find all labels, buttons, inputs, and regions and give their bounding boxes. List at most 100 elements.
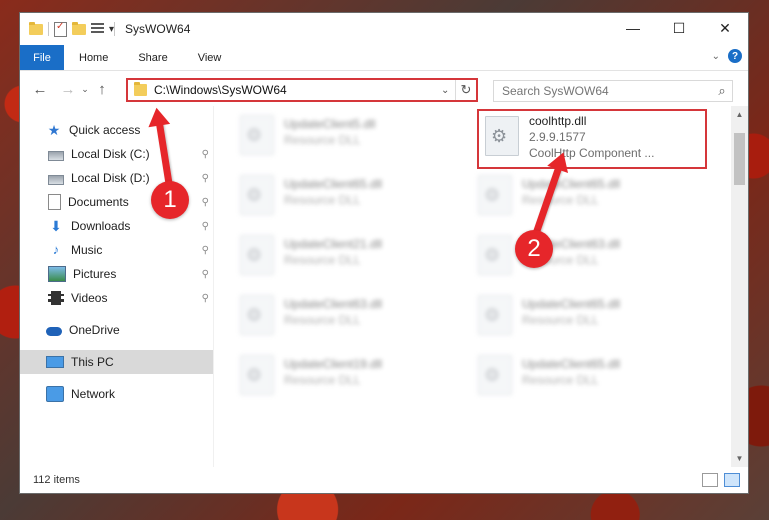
recent-locations-button[interactable]: ⌄ bbox=[78, 84, 92, 95]
file-name: UpdateClient65.dll bbox=[522, 177, 621, 191]
sidebar-item-videos[interactable]: Videos ⚲ bbox=[20, 286, 213, 310]
view-icon[interactable] bbox=[91, 23, 104, 35]
file-type: Resource DLL bbox=[522, 373, 599, 387]
file-name: UpdateClient65.dll bbox=[522, 357, 621, 371]
onedrive-icon bbox=[46, 327, 62, 336]
navigation-pane: ★ Quick access Local Disk (C:) ⚲ Local D… bbox=[20, 106, 214, 467]
explorer-window: ▾ SysWOW64 — ☐ ✕ File Home Share View ⌄ … bbox=[20, 13, 748, 493]
ribbon-right: ⌄ ? bbox=[712, 49, 742, 63]
sidebar-item-label: Local Disk (C:) bbox=[71, 147, 150, 161]
forward-button[interactable]: → bbox=[58, 81, 78, 98]
address-bar[interactable]: C:\Windows\SysWOW64 ⌄ ↻ bbox=[126, 78, 478, 102]
sidebar-item-label: OneDrive bbox=[69, 323, 120, 337]
folder-icon[interactable] bbox=[29, 21, 43, 35]
address-dropdown-icon[interactable]: ⌄ bbox=[441, 85, 455, 96]
file-type: Resource DLL bbox=[284, 313, 361, 327]
sidebar-item-pictures[interactable]: Pictures ⚲ bbox=[20, 262, 213, 286]
window-controls: — ☐ ✕ bbox=[610, 13, 748, 43]
dll-file-icon bbox=[478, 175, 512, 215]
up-button[interactable]: ↑ bbox=[92, 81, 112, 98]
file-type: Resource DLL bbox=[284, 193, 361, 207]
sidebar-item-downloads[interactable]: ⬇ Downloads ⚲ bbox=[20, 214, 213, 238]
pin-icon[interactable]: ⚲ bbox=[202, 149, 209, 160]
file-type: Resource DLL bbox=[522, 313, 599, 327]
list-item[interactable]: UpdateClient65.dll Resource DLL bbox=[472, 290, 698, 346]
properties-icon[interactable] bbox=[54, 21, 67, 37]
dll-file-icon bbox=[240, 355, 274, 395]
minimize-button[interactable]: — bbox=[610, 13, 656, 43]
main-area: ★ Quick access Local Disk (C:) ⚲ Local D… bbox=[20, 106, 748, 467]
scroll-up-icon[interactable]: ▲ bbox=[731, 106, 748, 123]
list-item[interactable]: UpdateClient63.dllResource DLL bbox=[472, 230, 698, 286]
file-name: UpdateClient65.dll bbox=[522, 297, 621, 311]
quick-access-toolbar: ▾ bbox=[29, 21, 114, 37]
highlighted-file-coolhttp[interactable]: coolhttp.dll 2.9.9.1577 CoolHttp Component… bbox=[477, 109, 707, 169]
drive-icon bbox=[48, 150, 64, 161]
address-folder-icon bbox=[134, 82, 147, 96]
title-bar: ▾ SysWOW64 — ☐ ✕ bbox=[20, 13, 748, 45]
maximize-button[interactable]: ☐ bbox=[656, 13, 702, 43]
file-type: Resource DLL bbox=[284, 253, 361, 267]
tab-share[interactable]: Share bbox=[123, 45, 182, 70]
refresh-button[interactable]: ↻ bbox=[455, 80, 476, 100]
pin-icon[interactable]: ⚲ bbox=[202, 173, 209, 184]
details-view-icon[interactable] bbox=[702, 473, 718, 487]
dll-file-icon bbox=[240, 115, 274, 155]
sidebar-item-music[interactable]: ♪ Music ⚲ bbox=[20, 238, 213, 262]
file-name: UpdateClient63.dll bbox=[284, 297, 383, 311]
sidebar-item-onedrive[interactable]: OneDrive bbox=[20, 318, 213, 342]
pictures-icon bbox=[48, 266, 66, 282]
search-box[interactable]: ⌕ bbox=[493, 80, 733, 102]
list-item[interactable]: UpdateClient65.dll Resource DLL bbox=[472, 350, 698, 406]
annotation-badge-2: 2 bbox=[515, 230, 553, 268]
view-switcher bbox=[702, 473, 740, 487]
back-button[interactable]: ← bbox=[30, 81, 50, 98]
pin-icon[interactable]: ⚲ bbox=[202, 269, 209, 280]
pin-icon[interactable]: ⚲ bbox=[202, 221, 209, 232]
music-icon: ♪ bbox=[52, 242, 60, 257]
pin-icon[interactable]: ⚲ bbox=[202, 197, 209, 208]
list-item[interactable]: UpdateClient21.dll Resource DLL bbox=[234, 230, 460, 286]
help-icon[interactable]: ? bbox=[728, 49, 742, 63]
address-path[interactable]: C:\Windows\SysWOW64 bbox=[154, 83, 441, 97]
expand-ribbon-icon[interactable]: ⌄ bbox=[712, 51, 720, 62]
sidebar-item-local-disk-c[interactable]: Local Disk (C:) ⚲ bbox=[20, 142, 213, 166]
tab-home[interactable]: Home bbox=[64, 45, 123, 70]
network-icon bbox=[46, 386, 64, 402]
sidebar-item-label: Videos bbox=[71, 291, 108, 305]
tiles-view-icon[interactable] bbox=[724, 473, 740, 487]
scroll-down-icon[interactable]: ▼ bbox=[731, 450, 748, 467]
vertical-scrollbar[interactable]: ▲ ▼ bbox=[731, 106, 748, 467]
item-count: 112 items bbox=[33, 474, 80, 486]
ribbon-tabs: File Home Share View ⌄ ? bbox=[20, 45, 748, 71]
drive-icon bbox=[48, 174, 64, 185]
list-item[interactable]: UpdateClient65.dll Resource DLL bbox=[234, 170, 460, 226]
status-bar: 112 items bbox=[20, 467, 748, 493]
sidebar-item-quick-access[interactable]: ★ Quick access bbox=[20, 118, 213, 142]
pin-icon[interactable]: ⚲ bbox=[202, 293, 209, 304]
sidebar-item-network[interactable]: Network bbox=[20, 382, 213, 406]
list-item[interactable]: UpdateClient19.dll Resource DLL bbox=[234, 350, 460, 406]
new-folder-icon[interactable] bbox=[72, 21, 86, 35]
sidebar-item-this-pc[interactable]: This PC bbox=[20, 350, 213, 374]
file-type: Resource DLL bbox=[522, 193, 599, 207]
file-type: Resource DLL bbox=[284, 373, 361, 387]
dll-file-icon bbox=[240, 175, 274, 215]
search-icon[interactable]: ⌕ bbox=[712, 83, 732, 99]
file-name: UpdateClient21.dll bbox=[284, 237, 383, 251]
scrollbar-thumb[interactable] bbox=[734, 133, 745, 185]
pin-icon[interactable]: ⚲ bbox=[202, 245, 209, 256]
tab-file[interactable]: File bbox=[20, 45, 64, 70]
file-type: Resource DLL bbox=[284, 133, 361, 147]
file-version: 2.9.9.1577 bbox=[529, 130, 586, 144]
tab-view[interactable]: View bbox=[183, 45, 237, 70]
list-item[interactable]: UpdateClient5.dll Resource DLL bbox=[234, 110, 460, 166]
search-input[interactable] bbox=[500, 83, 712, 99]
close-button[interactable]: ✕ bbox=[702, 13, 748, 43]
dll-file-icon bbox=[240, 235, 274, 275]
list-item[interactable]: UpdateClient65.dll Resource DLL bbox=[472, 170, 698, 226]
list-item[interactable]: UpdateClient63.dll Resource DLL bbox=[234, 290, 460, 346]
downloads-icon: ⬇ bbox=[50, 218, 62, 234]
window-title: SysWOW64 bbox=[125, 22, 191, 36]
toolbar-divider bbox=[48, 22, 49, 36]
